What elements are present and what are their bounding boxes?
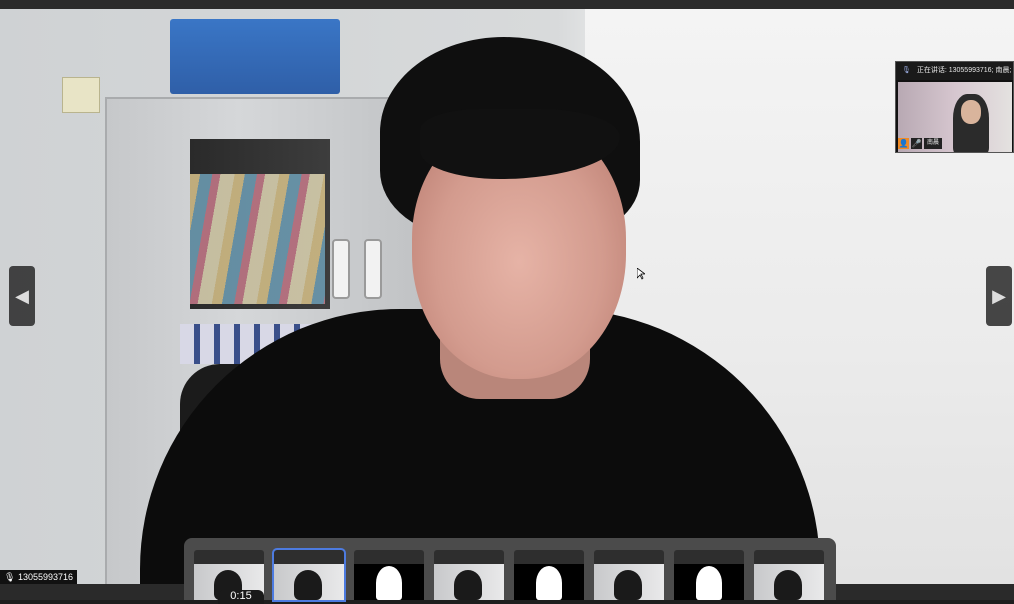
top-bar (0, 0, 1014, 9)
main-video-feed (0, 9, 1014, 584)
caller-label: 🎙 13055993716 (0, 570, 78, 584)
background-outlet (62, 77, 100, 113)
cabinet-handle (364, 239, 382, 299)
pip-participant-name: 南晨 (924, 138, 943, 149)
pip-header-text: 正在讲话: 13055993716; 南晨; (916, 67, 1012, 74)
participant-thumbnail[interactable] (754, 550, 824, 600)
chevron-left-icon: ◀ (15, 286, 29, 306)
mouse-pointer-icon (637, 268, 645, 280)
pip-footer: 👤 🎤 南晨 (898, 137, 943, 150)
avatar-placeholder-icon (514, 564, 584, 600)
avatar-placeholder-icon (674, 564, 744, 600)
user-badge-icon: 👤 (898, 138, 909, 149)
participant-thumbnail[interactable] (594, 550, 664, 600)
cabinet-books (190, 174, 325, 304)
participant-video (594, 564, 664, 600)
microphone-icon: 🎤 (911, 138, 922, 149)
participant-thumbnail[interactable] (354, 550, 424, 600)
pip-speaking-header: 🎙 正在讲话: 13055993716; 南晨; (896, 62, 1013, 80)
participant-video (274, 564, 344, 600)
participant-video (434, 564, 504, 600)
caller-number: 13055993716 (17, 572, 74, 582)
call-timer: 0:15 (218, 590, 264, 604)
participant-thumbnail[interactable] (514, 550, 584, 600)
microphone-icon: 🎙 (4, 572, 16, 582)
participant-thumbnail[interactable] (434, 550, 504, 600)
participant-video (754, 564, 824, 600)
avatar-placeholder-icon (354, 564, 424, 600)
pip-person-face (961, 100, 981, 124)
participant-thumbnail[interactable] (674, 550, 744, 600)
chevron-right-icon: ▶ (992, 286, 1006, 306)
cabinet-handle (332, 239, 350, 299)
picture-in-picture-window[interactable]: 🎙 正在讲话: 13055993716; 南晨; 👤 🎤 南晨 (895, 61, 1014, 153)
next-page-button[interactable]: ▶ (986, 266, 1012, 326)
microphone-icon: 🎙 (902, 67, 911, 74)
participant-thumbnail-strip (184, 538, 836, 602)
previous-page-button[interactable]: ◀ (9, 266, 35, 326)
participant-thumbnail-active[interactable] (272, 548, 346, 602)
background-basket (170, 19, 340, 94)
